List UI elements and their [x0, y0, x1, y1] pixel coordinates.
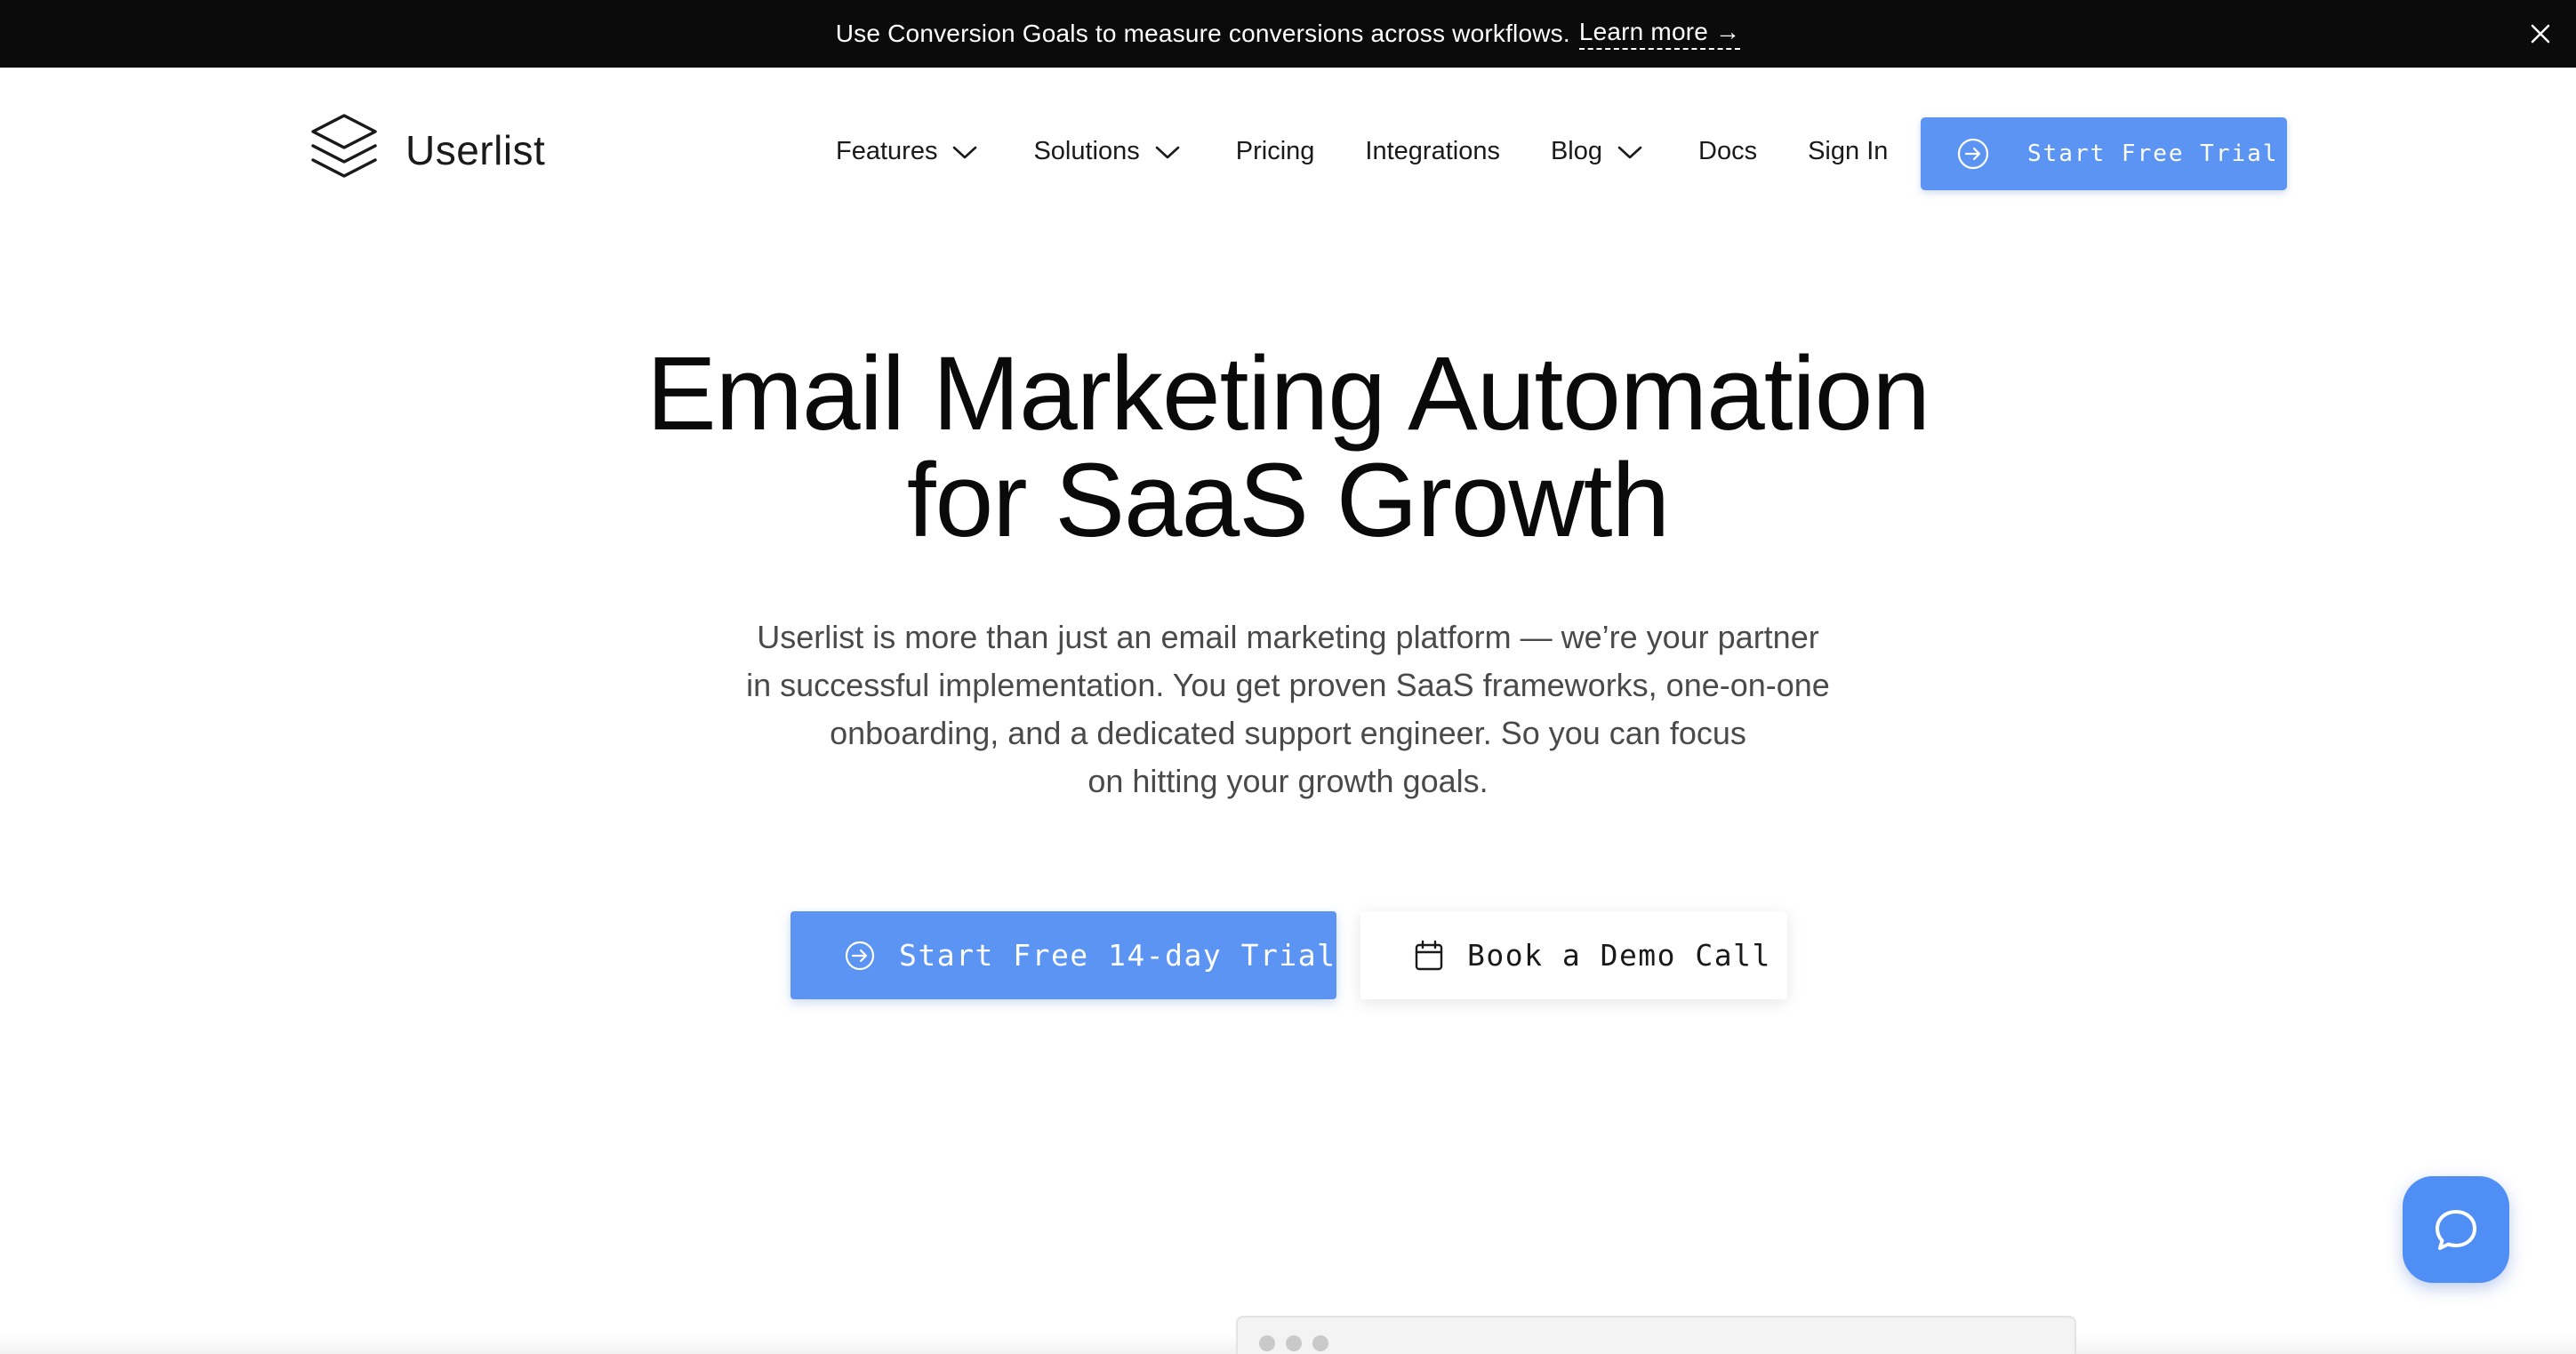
arrow-circle-right-icon	[1957, 138, 1989, 170]
hero-title-line: Email Marketing Automation	[646, 335, 1930, 453]
close-icon[interactable]	[2524, 18, 2556, 50]
nav-item-label: Blog	[1550, 137, 1603, 165]
hero-title: Email Marketing Automation for SaaS Grow…	[0, 341, 2576, 554]
nav-item-label: Pricing	[1235, 137, 1315, 165]
start-free-trial-button[interactable]: Start Free Trial	[1921, 117, 2287, 190]
arrow-circle-right-icon	[845, 941, 875, 970]
chevron-down-icon	[953, 146, 977, 158]
chat-bubble-icon	[2436, 1210, 2476, 1250]
nav-item-label: Solutions	[1033, 137, 1140, 165]
chevron-down-icon	[1155, 146, 1180, 158]
main-nav: Features Solutions Pricing Integrations …	[836, 137, 1888, 166]
site-header: Userlist Features Solutions Pricing Inte…	[0, 68, 2576, 236]
nav-item-solutions[interactable]: Solutions	[1033, 137, 1180, 166]
nav-item-integrations[interactable]: Integrations	[1365, 137, 1500, 166]
window-dot	[1312, 1335, 1328, 1351]
announcement-message: Use Conversion Goals to measure conversi…	[835, 20, 1570, 47]
learn-more-link[interactable]: Learn more →	[1578, 18, 1741, 50]
nav-item-docs[interactable]: Docs	[1698, 137, 1757, 166]
hero-subtitle-line: onboarding, and a dedicated support engi…	[830, 715, 1746, 751]
chevron-down-icon	[1617, 146, 1642, 158]
nav-item-label: Sign In	[1808, 137, 1889, 165]
hero-subtitle-line: on hitting your growth goals.	[1087, 763, 1489, 799]
nav-item-label: Docs	[1698, 137, 1758, 165]
page: Use Conversion Goals to measure conversi…	[0, 0, 2576, 1354]
hero-title-line: for SaaS Growth	[906, 442, 1670, 559]
app-preview-window	[1236, 1316, 2076, 1354]
announcement-bar: Use Conversion Goals to measure conversi…	[0, 0, 2576, 68]
window-dot	[1259, 1335, 1275, 1351]
nav-item-pricing[interactable]: Pricing	[1236, 137, 1315, 166]
nav-item-sign-in[interactable]: Sign In	[1808, 137, 1888, 166]
book-demo-call-button[interactable]: Book a Demo Call	[1360, 911, 1787, 999]
chat-widget-button[interactable]	[2403, 1176, 2509, 1283]
start-free-14-day-trial-button[interactable]: Start Free 14-day Trial	[790, 911, 1336, 999]
hero-subtitle-line: Userlist is more than just an email mark…	[757, 619, 1819, 655]
hero-subtitle: Userlist is more than just an email mark…	[0, 613, 2576, 805]
cta-label: Start Free Trial	[2027, 140, 2279, 167]
hero-subtitle-line: in successful implementation. You get pr…	[746, 667, 1830, 703]
window-controls	[1259, 1335, 1339, 1351]
window-dot	[1286, 1335, 1302, 1351]
brand-name: Userlist	[405, 126, 546, 173]
nav-item-label: Integrations	[1365, 137, 1500, 165]
secondary-cta-label: Book a Demo Call	[1467, 938, 1771, 973]
primary-cta-label: Start Free 14-day Trial	[899, 938, 1336, 973]
nav-item-blog[interactable]: Blog	[1551, 137, 1643, 166]
brand-logo[interactable]: Userlist	[309, 112, 545, 188]
nav-item-features[interactable]: Features	[836, 137, 978, 166]
calendar-icon	[1415, 940, 1443, 970]
layers-icon	[309, 112, 379, 188]
nav-item-label: Features	[836, 137, 938, 165]
